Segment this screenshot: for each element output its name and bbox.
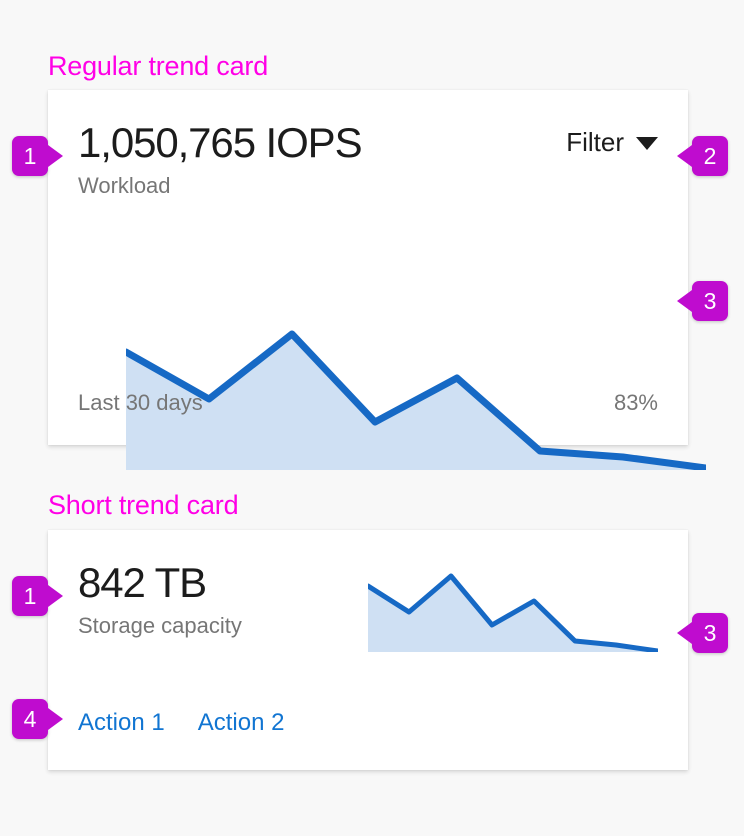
callout-badge-short-chart: 3 (677, 613, 728, 653)
short-metric-value: 842 TB (78, 559, 207, 606)
short-metric-block: 842 TB Storage capacity (78, 558, 242, 640)
callout-badge-number: 2 (703, 143, 717, 169)
regular-footer-percent: 83% (613, 390, 658, 415)
callout-badge-short-value: 1 (12, 576, 63, 616)
short-metric-label: Storage capacity (78, 613, 242, 638)
callout-badge-number: 3 (703, 620, 717, 646)
regular-card-header: 1,050,765 IOPS Workload Filter (78, 118, 658, 200)
regular-metric-label: Workload (78, 173, 171, 198)
action-2-link[interactable]: Action 2 (198, 708, 285, 738)
section-title-regular: Regular trend card (48, 51, 269, 81)
regular-trend-card: 1,050,765 IOPS Workload Filter Last 30 d… (48, 90, 706, 470)
callout-badge-regular-chart: 3 (677, 281, 728, 321)
filter-dropdown-label: Filter (566, 127, 624, 157)
callout-badge-short-actions: 4 (12, 699, 63, 739)
callout-badge-number: 3 (703, 288, 717, 314)
action-1-link[interactable]: Action 1 (78, 708, 165, 738)
filter-dropdown[interactable]: Filter (566, 126, 658, 158)
page-root: Regular trend card 1,050,765 IOPS Worklo… (0, 0, 744, 836)
chevron-down-icon (636, 137, 658, 150)
regular-card-footer: Last 30 days 83% (78, 389, 658, 417)
regular-metric-value: 1,050,765 IOPS (78, 119, 363, 166)
callout-badge-number: 1 (23, 583, 37, 609)
regular-metric-block: 1,050,765 IOPS Workload (78, 118, 363, 200)
section-title-short: Short trend card (48, 490, 239, 520)
short-card-actions: Action 1 Action 2 (78, 708, 284, 738)
short-trend-chart (368, 573, 658, 652)
callout-badge-regular-filter: 2 (677, 136, 728, 176)
callout-badge-number: 4 (23, 706, 37, 732)
regular-footer-period: Last 30 days (78, 390, 203, 415)
callout-badge-regular-value: 1 (12, 136, 63, 176)
callout-badge-number: 1 (23, 143, 37, 169)
